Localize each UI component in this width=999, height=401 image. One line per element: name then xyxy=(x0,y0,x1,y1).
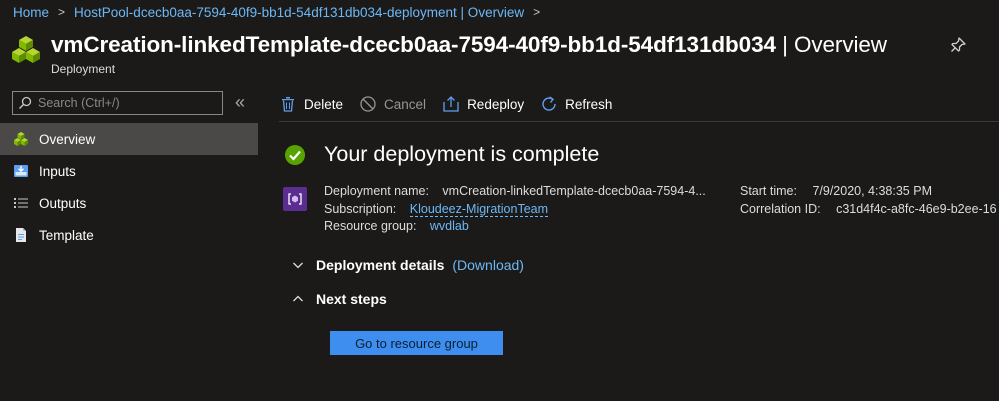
breadcrumb-hostpool-deployment[interactable]: HostPool-dcecb0aa-7594-40f9-bb1d-54df131… xyxy=(74,5,524,20)
chevron-up-icon xyxy=(291,292,305,306)
go-to-resource-group-button[interactable]: Go to resource group xyxy=(330,331,503,355)
page-subtitle: Deployment xyxy=(51,62,116,76)
page-title: vmCreation-linkedTemplate-dcecb0aa-7594-… xyxy=(51,31,887,59)
redeploy-label: Redeploy xyxy=(467,96,525,112)
sidebar-item-inputs[interactable]: Inputs xyxy=(0,155,258,187)
search-box[interactable] xyxy=(12,91,223,115)
start-time-label: Start time: xyxy=(740,184,797,198)
next-steps-label: Next steps xyxy=(316,291,387,307)
cancel-icon xyxy=(359,95,377,113)
sidebar-item-outputs[interactable]: Outputs xyxy=(0,187,258,219)
deployment-info-right: Start time: 7/9/2020, 4:38:35 PM Correla… xyxy=(740,183,997,218)
cancel-label: Cancel xyxy=(384,96,427,112)
page-title-suffix: | Overview xyxy=(782,32,887,57)
sidebar-item-label: Overview xyxy=(39,131,96,147)
chevron-down-icon xyxy=(291,258,305,272)
deployment-details-label: Deployment details xyxy=(316,257,445,273)
upload-icon xyxy=(442,95,460,113)
pin-icon[interactable] xyxy=(949,36,967,54)
breadcrumb-separator: > xyxy=(533,5,541,19)
deployment-info: Deployment name: vmCreation-linkedTempla… xyxy=(324,183,706,236)
deployment-name-value: vmCreation-linkedTemplate-dcecb0aa-7594-… xyxy=(442,184,706,198)
deployment-cubes-icon xyxy=(12,36,40,63)
collapse-sidebar-button[interactable]: « xyxy=(235,92,245,112)
delete-button[interactable]: Delete xyxy=(279,95,343,113)
deployment-details-toggle[interactable]: Deployment details (Download) xyxy=(291,257,524,273)
overview-icon xyxy=(13,131,29,147)
command-bar: Delete Cancel Redeploy Refresh xyxy=(279,88,999,120)
deployment-resource-icon xyxy=(283,187,307,211)
sidebar-item-overview[interactable]: Overview xyxy=(0,123,258,155)
trash-icon xyxy=(279,95,297,113)
sidebar-item-template[interactable]: Template xyxy=(0,219,258,251)
download-link[interactable]: (Download) xyxy=(452,257,524,273)
redeploy-button[interactable]: Redeploy xyxy=(442,95,524,113)
next-steps-toggle[interactable]: Next steps xyxy=(291,291,387,307)
start-time-value: 7/9/2020, 4:38:35 PM xyxy=(812,184,932,198)
refresh-button[interactable]: Refresh xyxy=(540,95,612,113)
sidebar-item-label: Inputs xyxy=(39,163,76,179)
command-bar-divider xyxy=(279,121,999,122)
search-input[interactable] xyxy=(38,96,218,110)
resource-group-link[interactable]: wvdlab xyxy=(430,219,469,233)
template-icon xyxy=(13,227,29,243)
resource-group-label: Resource group: xyxy=(324,219,417,233)
search-icon xyxy=(19,96,32,109)
status-title: Your deployment is complete xyxy=(324,142,600,166)
sidebar-item-label: Template xyxy=(39,227,94,243)
deployment-name-label: Deployment name: xyxy=(324,184,429,198)
correlation-id-value: c31d4f4c-a8fc-46e9-b2ee-16 xyxy=(836,201,997,216)
success-check-icon xyxy=(285,144,305,165)
breadcrumb-home[interactable]: Home xyxy=(13,5,49,20)
breadcrumb: Home > HostPool-dcecb0aa-7594-40f9-bb1d-… xyxy=(13,3,549,21)
refresh-label: Refresh xyxy=(565,96,613,112)
cancel-button[interactable]: Cancel xyxy=(359,95,426,113)
delete-label: Delete xyxy=(304,96,344,112)
outputs-icon xyxy=(13,195,29,211)
correlation-id-label: Correlation ID: xyxy=(740,201,821,216)
inputs-icon xyxy=(13,163,29,179)
refresh-icon xyxy=(540,95,558,113)
sidebar-nav: Overview Inputs Outputs Template xyxy=(0,123,258,251)
subscription-link[interactable]: Kloudeez-MigrationTeam xyxy=(409,201,549,217)
breadcrumb-separator: > xyxy=(58,5,66,19)
page-title-main: vmCreation-linkedTemplate-dcecb0aa-7594-… xyxy=(51,32,776,57)
deployment-status: Your deployment is complete xyxy=(284,142,599,167)
azure-portal-window: Home > HostPool-dcecb0aa-7594-40f9-bb1d-… xyxy=(0,0,999,401)
subscription-label: Subscription: xyxy=(324,201,397,216)
sidebar-item-label: Outputs xyxy=(39,195,87,211)
page-header: vmCreation-linkedTemplate-dcecb0aa-7594-… xyxy=(11,31,887,76)
